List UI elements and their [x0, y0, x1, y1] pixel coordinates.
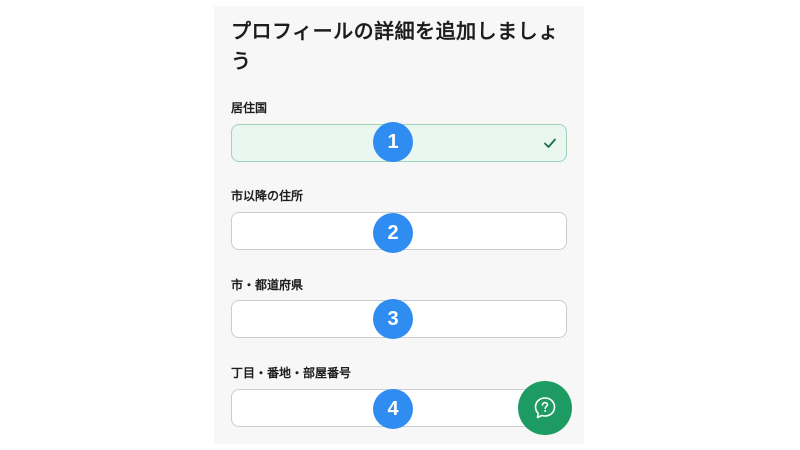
annotation-marker-4: 4 — [373, 389, 413, 429]
annotation-marker-2: 2 — [373, 213, 413, 253]
annotation-marker-1: 1 — [373, 122, 413, 162]
city-prefecture-label: 市・都道府県 — [231, 278, 304, 292]
help-question-icon — [534, 397, 556, 419]
page-title: プロフィールの詳細を追加しましょう — [231, 19, 559, 73]
annotation-marker-3: 3 — [373, 299, 413, 339]
country-label: 居住国 — [231, 101, 268, 115]
block-building-room-label: 丁目・番地・部屋番号 — [231, 366, 352, 380]
help-button[interactable] — [518, 381, 572, 435]
check-icon — [544, 138, 556, 148]
street-address-label: 市以降の住所 — [231, 189, 304, 203]
